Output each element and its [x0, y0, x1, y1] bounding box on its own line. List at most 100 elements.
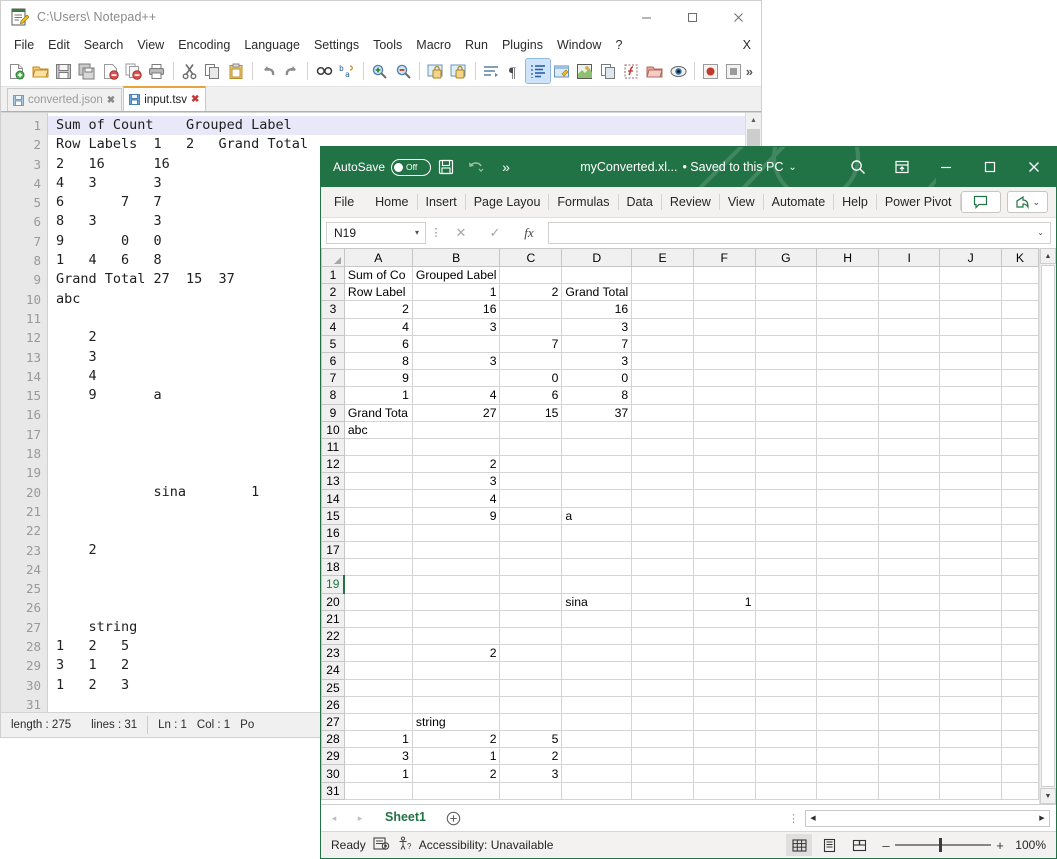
cell-H23[interactable] [816, 644, 879, 663]
undo-icon[interactable] [257, 59, 280, 83]
cell-E28[interactable] [631, 730, 694, 749]
cell-K12[interactable] [1001, 455, 1039, 474]
column-header-c[interactable]: C [499, 248, 563, 267]
cell-F28[interactable] [692, 730, 756, 749]
cell-K3[interactable] [1001, 300, 1039, 319]
worksheet-row[interactable]: 23 2 [321, 644, 1039, 663]
cell-H5[interactable] [816, 334, 879, 353]
cell-A9[interactable]: Grand Tota [343, 403, 413, 422]
column-header-g[interactable]: G [754, 248, 818, 267]
cell-A31[interactable] [343, 781, 413, 800]
cell-H10[interactable] [816, 420, 879, 439]
cell-H19[interactable] [816, 575, 879, 594]
cell-C12[interactable] [499, 455, 563, 474]
cell-B16[interactable] [411, 523, 501, 543]
cell-K5[interactable] [1001, 334, 1039, 353]
cell-G17[interactable] [754, 540, 818, 560]
row-header-3[interactable]: 3 [321, 300, 345, 319]
worksheet-row[interactable]: 56 77 [321, 334, 1039, 353]
cell-H7[interactable] [816, 369, 879, 388]
show-all-characters-icon[interactable]: ¶ [503, 59, 526, 83]
cell-K4[interactable] [1001, 317, 1039, 336]
cell-A24[interactable] [343, 661, 413, 680]
row-header-6[interactable]: 6 [321, 351, 345, 371]
document-map-icon[interactable] [573, 59, 596, 83]
cell-F23[interactable] [692, 644, 756, 663]
formula-bar-grip[interactable]: ⋮ [430, 226, 442, 239]
indent-guide-icon[interactable] [525, 58, 551, 84]
excel-horizontal-scrollbar[interactable]: ◀ ▶ [805, 809, 1050, 827]
cell-C7[interactable]: 0 [499, 369, 563, 388]
cell-I10[interactable] [877, 420, 941, 439]
cell-G27[interactable] [754, 712, 818, 732]
tab-power-pivot[interactable]: Power Pivot [878, 191, 959, 213]
zoom-out-icon[interactable] [392, 59, 415, 83]
menu-item-macro[interactable]: Macro [409, 36, 458, 54]
menu-item-encoding[interactable]: Encoding [171, 36, 237, 54]
cell-F26[interactable] [692, 695, 756, 714]
cell-J22[interactable] [939, 626, 1002, 646]
function-list-icon[interactable] [620, 59, 643, 83]
cell-D31[interactable] [561, 781, 633, 800]
cell-G8[interactable] [754, 386, 818, 405]
menu-close-document-button[interactable]: X [743, 38, 761, 52]
worksheet-rows[interactable]: 1 Sum of Co Grouped Label 2 Row Label 1 2 Grand… [321, 265, 1039, 800]
cell-C8[interactable]: 6 [499, 386, 563, 405]
cell-H30[interactable] [816, 764, 879, 783]
row-header-25[interactable]: 25 [321, 678, 345, 697]
cell-C17[interactable] [499, 540, 563, 560]
scroll-down-icon[interactable]: ▼ [1040, 788, 1056, 804]
notepad-tab-input-tsv[interactable]: input.tsv ✖ [123, 86, 207, 111]
notepad-tab-close-icon[interactable]: ✖ [191, 94, 199, 105]
cell-E3[interactable] [631, 300, 694, 319]
row-header-14[interactable]: 14 [321, 489, 345, 508]
cell-I18[interactable] [877, 558, 941, 577]
worksheet-row[interactable]: 3 2 16 16 [321, 300, 1039, 319]
column-header-k[interactable]: K [1001, 248, 1039, 267]
sheet-prev-icon[interactable]: ◂ [321, 805, 347, 831]
cell-C23[interactable] [499, 644, 563, 663]
cell-F17[interactable] [692, 540, 756, 560]
cell-E14[interactable] [631, 489, 694, 508]
row-header-13[interactable]: 13 [321, 472, 345, 491]
cell-I29[interactable] [877, 747, 941, 766]
cell-C15[interactable] [499, 506, 563, 525]
cell-F9[interactable] [692, 403, 756, 422]
row-header-27[interactable]: 27 [321, 712, 345, 732]
find-icon[interactable] [312, 59, 335, 83]
cell-K30[interactable] [1001, 764, 1039, 783]
cell-C28[interactable]: 5 [499, 730, 563, 749]
cell-I13[interactable] [877, 472, 941, 491]
cell-K8[interactable] [1001, 386, 1039, 405]
horizontal-scroll-track[interactable] [820, 811, 1035, 826]
cell-G5[interactable] [754, 334, 818, 353]
cell-E27[interactable] [631, 712, 694, 732]
cell-J3[interactable] [939, 300, 1002, 319]
cell-B1[interactable]: Grouped Label [411, 265, 501, 285]
cell-J5[interactable] [939, 334, 1002, 353]
row-header-21[interactable]: 21 [321, 609, 345, 628]
cell-G30[interactable] [754, 764, 818, 783]
cell-B12[interactable]: 2 [411, 455, 501, 474]
cell-B18[interactable] [411, 558, 501, 577]
cell-D24[interactable] [561, 661, 633, 680]
cell-H26[interactable] [816, 695, 879, 714]
row-header-31[interactable]: 31 [321, 781, 345, 800]
cell-K22[interactable] [1001, 626, 1039, 646]
cut-icon[interactable] [178, 59, 201, 83]
cell-F29[interactable] [692, 747, 756, 766]
row-header-19[interactable]: 19 [321, 575, 345, 594]
notepad-tab-converted-json[interactable]: converted.json ✖ [7, 88, 123, 111]
cell-D10[interactable] [561, 420, 633, 439]
worksheet-row[interactable]: 20 sina 1 [321, 592, 1039, 611]
record-macro-icon[interactable] [699, 59, 722, 83]
excel-worksheet-grid[interactable]: ABCDEFGHIJK 1 Sum of Co Grouped Label 2 Row … [321, 248, 1039, 804]
cell-I6[interactable] [877, 351, 941, 371]
document-list-icon[interactable] [596, 59, 619, 83]
cell-A27[interactable] [343, 712, 413, 732]
copy-icon[interactable] [201, 59, 224, 83]
cell-G13[interactable] [754, 472, 818, 491]
cell-H9[interactable] [816, 403, 879, 422]
cancel-icon[interactable]: ✕ [446, 222, 476, 244]
sync-horizontal-scrolling-icon[interactable] [447, 59, 470, 83]
